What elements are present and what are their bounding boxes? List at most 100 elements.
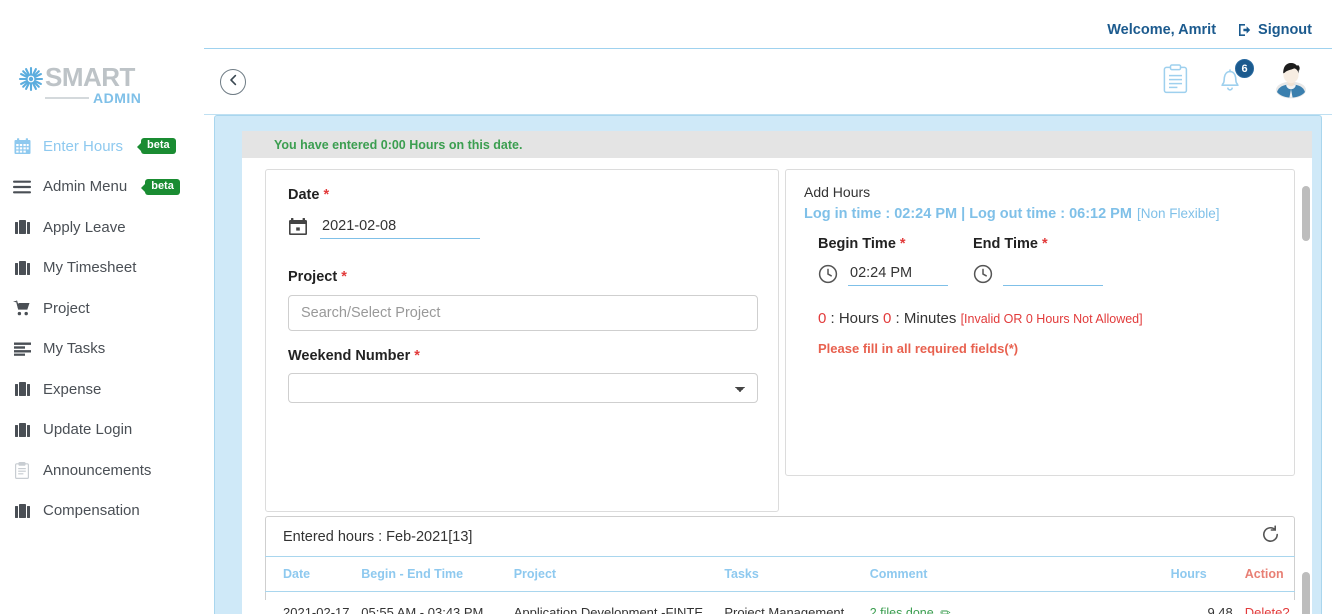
status-message-text: You have entered 0:00 Hours on this date… <box>274 138 522 152</box>
briefcase-icon <box>12 503 32 519</box>
calendar-picker-icon[interactable] <box>288 217 308 237</box>
sidebar-item-label: My Tasks <box>43 340 105 357</box>
sidebar-item-project[interactable]: Project <box>0 288 204 329</box>
clock-icon[interactable] <box>973 264 993 284</box>
sidebar-item-label: My Timesheet <box>43 259 136 276</box>
sidebar-item-my-tasks[interactable]: My Tasks <box>0 329 204 370</box>
cart-icon <box>12 300 32 316</box>
briefcase-icon <box>12 381 32 397</box>
table-header-row: Date Begin - End Time Project Tasks Comm… <box>265 557 1295 592</box>
sidebar-item-label: Update Login <box>43 421 132 438</box>
time-fields-row: Begin Time * <box>804 236 1276 286</box>
status-message: You have entered 0:00 Hours on this date… <box>242 131 1312 158</box>
scrollbar-thumb-outer[interactable] <box>1302 186 1310 241</box>
comment-link[interactable]: 2 files done <box>870 606 934 614</box>
brand-divider <box>45 97 89 99</box>
hours-word: : Hours <box>826 310 883 327</box>
column-header-hours[interactable]: Hours <box>1171 557 1233 592</box>
briefcase-icon <box>12 422 32 438</box>
entered-hours-header: Entered hours : Feb-2021[13] <box>266 517 1294 556</box>
menu-icon <box>12 180 32 194</box>
project-label: Project * <box>288 269 758 285</box>
sidebar-item-update-login[interactable]: Update Login <box>0 410 204 451</box>
scrollbar-track[interactable] <box>1301 183 1310 614</box>
asterisk-logo-icon <box>18 66 44 92</box>
cell-task: Project Management <box>724 592 869 614</box>
sidebar-item-my-timesheet[interactable]: My Timesheet <box>0 248 204 289</box>
begin-time-group: Begin Time * <box>818 236 973 286</box>
add-hours-title: Add Hours <box>804 184 1276 200</box>
required-asterisk: * <box>900 236 906 252</box>
column-header-project[interactable]: Project <box>514 557 725 592</box>
required-asterisk: * <box>323 187 329 203</box>
clipboard-icon <box>12 462 32 479</box>
column-header-tasks[interactable]: Tasks <box>724 557 869 592</box>
minutes-word: : Minutes <box>891 310 960 327</box>
weekend-number-label: Weekend Number * <box>288 348 758 364</box>
end-time-input[interactable] <box>1003 265 1103 286</box>
weekend-number-label-text: Weekend Number <box>288 348 410 364</box>
toolbar-icon-group: 6 <box>1163 59 1310 99</box>
computed-duration: 0 : Hours 0 : Minutes [Invalid OR 0 Hour… <box>804 310 1276 327</box>
cell-action: Delete? <box>1233 592 1295 614</box>
sidebar-item-enter-hours[interactable]: Enter Hours beta <box>0 126 204 167</box>
invalid-hours-note: [Invalid OR 0 Hours Not Allowed] <box>961 312 1143 326</box>
sidebar-item-compensation[interactable]: Compensation <box>0 491 204 532</box>
date-label: Date * <box>288 187 758 203</box>
refresh-icon[interactable] <box>1261 525 1280 549</box>
column-header-action[interactable]: Action <box>1233 557 1295 592</box>
notifications-bell[interactable]: 6 <box>1216 64 1244 94</box>
clipboard-icon[interactable] <box>1163 64 1188 94</box>
beta-badge: beta <box>141 138 176 154</box>
column-header-time[interactable]: Begin - End Time <box>361 557 513 592</box>
entered-hours-title: Entered hours : Feb-2021[13] <box>283 529 472 545</box>
weekend-number-select[interactable] <box>288 373 758 403</box>
sidebar-item-expense[interactable]: Expense <box>0 369 204 410</box>
signout-button[interactable]: Signout <box>1238 22 1312 38</box>
project-search-input[interactable] <box>288 295 758 331</box>
begin-time-input[interactable] <box>848 265 948 286</box>
scrollbar-thumb-inner[interactable] <box>1302 572 1310 614</box>
sidebar-item-apply-leave[interactable]: Apply Leave <box>0 207 204 248</box>
brand-sub-row: ADMIN <box>45 91 141 105</box>
begin-time-input-row <box>818 264 973 286</box>
required-fields-warning: Please fill in all required fields(*) <box>804 341 1276 356</box>
top-bar-right-group: Welcome, Amrit Signout <box>1107 22 1312 38</box>
back-button[interactable] <box>220 69 246 95</box>
end-time-label: End Time * <box>973 236 1128 252</box>
sidebar-item-announcements[interactable]: Announcements <box>0 450 204 491</box>
notification-badge: 6 <box>1235 59 1254 78</box>
date-input[interactable] <box>320 218 480 239</box>
column-header-comment[interactable]: Comment <box>870 557 1171 592</box>
column-header-date[interactable]: Date <box>265 557 361 592</box>
login-logout-line: Log in time : 02:24 PM | Log out time : … <box>804 206 1276 222</box>
brand-text: SMART ADMIN <box>45 64 141 105</box>
end-time-input-row <box>973 264 1128 286</box>
content-panel: You have entered 0:00 Hours on this date… <box>214 115 1322 614</box>
add-hours-card: Add Hours Log in time : 02:24 PM | Log o… <box>785 169 1295 476</box>
project-label-text: Project <box>288 269 337 285</box>
briefcase-icon <box>12 219 32 235</box>
sidebar-nav: Enter Hours beta Admin Menu beta <box>0 126 204 531</box>
cell-hours: 9.48 <box>1171 592 1233 614</box>
brand-logo[interactable]: SMART ADMIN <box>18 64 141 105</box>
sidebar-item-label: Expense <box>43 381 101 398</box>
clock-icon[interactable] <box>818 264 838 284</box>
begin-time-label-text: Begin Time <box>818 236 896 252</box>
sidebar-item-label: Compensation <box>43 502 140 519</box>
signout-label: Signout <box>1258 22 1312 38</box>
table-row: 2021-02-17 05:55 AM - 03:43 PM Applicati… <box>265 592 1295 614</box>
briefcase-icon <box>12 260 32 276</box>
sidebar-item-label: Apply Leave <box>43 219 126 236</box>
required-asterisk: * <box>1042 236 1048 252</box>
tasks-icon <box>12 342 32 356</box>
user-avatar-icon[interactable] <box>1272 59 1310 99</box>
cell-project: Application Development -FINTE <box>514 592 725 614</box>
brand-sub: ADMIN <box>93 91 141 105</box>
sidebar-item-admin-menu[interactable]: Admin Menu beta <box>0 167 204 208</box>
edit-external-icon[interactable]: ✏ <box>940 606 950 614</box>
brand-name: SMART <box>45 62 135 92</box>
delete-link[interactable]: Delete? <box>1245 605 1290 614</box>
main-content: 6 <box>204 48 1332 614</box>
cell-date: 2021-02-17 <box>265 592 361 614</box>
